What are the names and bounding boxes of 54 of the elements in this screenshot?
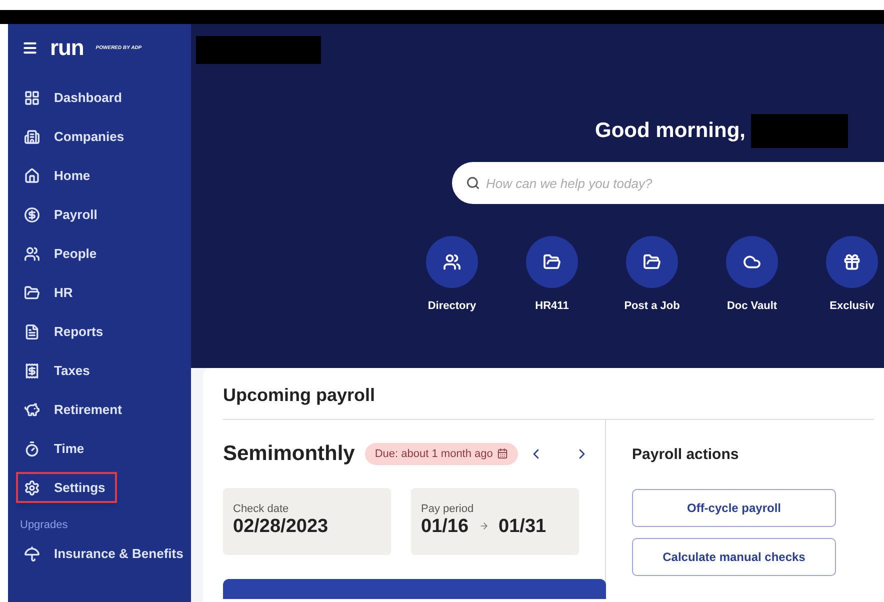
- logo-wordmark: run: [50, 37, 84, 59]
- due-badge: Due: about 1 month ago: [364, 442, 518, 465]
- field-label: Pay period: [421, 504, 474, 514]
- frequency-title: Semimonthly: [223, 441, 355, 467]
- sidebar-item[interactable]: Reports: [16, 316, 116, 347]
- period-start: 01/16: [421, 514, 469, 538]
- quick-action[interactable]: Doc Vault: [706, 236, 798, 314]
- folder-icon: [24, 284, 40, 300]
- people-icon: [24, 246, 40, 262]
- search-field[interactable]: How can we help you today?: [452, 162, 884, 204]
- umbrella-icon: [24, 546, 40, 562]
- sidebar-item[interactable]: Time: [16, 433, 96, 464]
- section-label: Upgrades: [19, 518, 69, 533]
- field-label: Check date: [233, 504, 289, 514]
- piggy-bank-icon: [24, 402, 40, 418]
- cloud-icon: [743, 253, 761, 271]
- check-date-value: 02/28/2023: [233, 514, 328, 538]
- calendar-icon: [496, 448, 508, 460]
- section-title: Payroll actions: [632, 445, 739, 465]
- people-icon: [443, 253, 461, 271]
- settings-icon: [24, 480, 40, 496]
- grid-icon: [24, 90, 40, 106]
- sidebar-item[interactable]: Home: [16, 160, 102, 191]
- sidebar-item[interactable]: Companies: [16, 121, 136, 152]
- folder-icon: [543, 253, 561, 271]
- sidebar-item[interactable]: HR: [16, 277, 85, 308]
- timer-icon: [24, 440, 40, 456]
- document-icon: [24, 324, 40, 340]
- action-button[interactable]: Calculate manual checks: [632, 538, 836, 576]
- home-icon: [24, 168, 40, 184]
- receipt-icon: [24, 362, 40, 378]
- arrow-icon: [478, 521, 489, 532]
- greeting: Good morning,: [595, 118, 746, 144]
- sidebar-item[interactable]: People: [16, 238, 109, 269]
- building-icon: [24, 128, 40, 144]
- sidebar-item[interactable]: Retirement: [16, 394, 134, 425]
- quick-action[interactable]: Directory: [406, 236, 498, 314]
- sidebar-item[interactable]: Settings: [16, 472, 118, 503]
- sidebar-item[interactable]: Taxes: [16, 355, 102, 386]
- quick-action[interactable]: Post a Job: [606, 236, 698, 314]
- sidebar-item[interactable]: Dashboard: [16, 82, 134, 113]
- sidebar-item[interactable]: Payroll: [16, 199, 110, 230]
- action-button[interactable]: Off-cycle payroll: [632, 488, 836, 526]
- search-icon: [466, 176, 480, 190]
- primary-button[interactable]: [223, 578, 606, 598]
- quick-action[interactable]: Exclusiv: [806, 236, 884, 314]
- period-end: 01/31: [498, 514, 546, 538]
- sidebar-item[interactable]: Insurance & Benefits: [16, 540, 191, 568]
- card-title: Upcoming payroll: [223, 384, 376, 407]
- menu-icon[interactable]: [22, 40, 38, 56]
- gift-icon: [843, 253, 861, 271]
- dollar-icon: [24, 206, 40, 222]
- quick-action[interactable]: HR411: [506, 236, 598, 314]
- folder-icon: [643, 253, 661, 271]
